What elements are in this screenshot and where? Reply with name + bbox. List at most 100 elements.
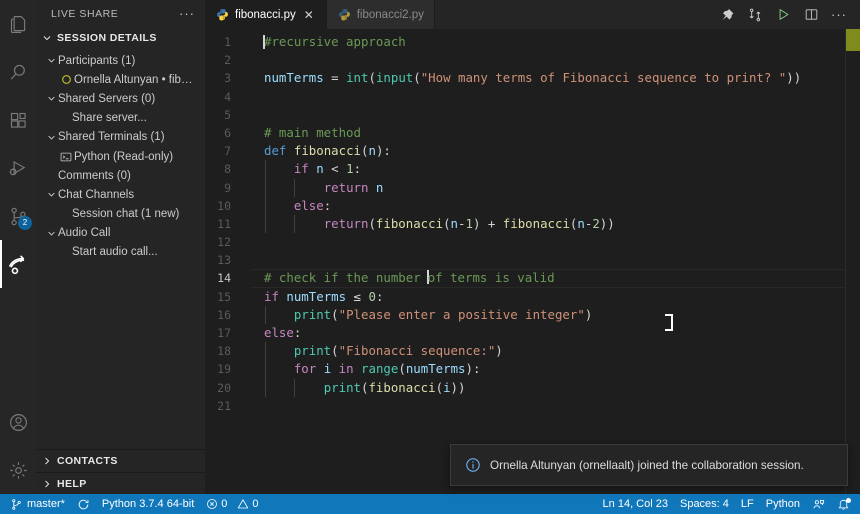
activity-bar: 2 [0, 0, 36, 494]
code-line[interactable]: else: [251, 197, 860, 215]
tree-item[interactable]: Shared Terminals (1) [36, 128, 205, 147]
activity-bar-item-run-and-debug[interactable] [0, 144, 36, 192]
source-control-sync-button[interactable] [742, 0, 768, 29]
code-line[interactable]: numTerms = int(input("How many terms of … [251, 69, 860, 87]
activity-bar-item-search[interactable] [0, 48, 36, 96]
notification-dot [846, 498, 851, 503]
activity-bar-item-settings[interactable] [0, 446, 36, 494]
chevron-right-icon [40, 454, 54, 468]
status-indentation[interactable]: Spaces: 4 [674, 494, 735, 514]
section-header-session-details[interactable]: SESSION DETAILS [36, 27, 205, 49]
pin-editor-button[interactable] [714, 0, 740, 29]
split-editor-button[interactable] [798, 0, 824, 29]
status-notifications[interactable] [831, 494, 856, 514]
line-number: 17 [205, 324, 251, 342]
code-line[interactable]: def fibonacci(n): [251, 142, 860, 160]
tree-item[interactable]: Python (Read-only) [36, 147, 205, 166]
tree-item[interactable]: Comments (0) [36, 166, 205, 185]
line-number: 16 [205, 306, 251, 324]
code-line[interactable] [251, 106, 860, 124]
code-line[interactable]: #recursive approach [251, 33, 860, 51]
code-token: ≤ [346, 289, 368, 304]
code-line[interactable]: print(fibonacci(i)) [251, 379, 860, 397]
code-token: return [324, 180, 369, 195]
line-number: 8 [205, 160, 251, 178]
tree-item[interactable]: Start audio call... [36, 243, 205, 262]
branch-icon [10, 498, 23, 511]
line-number: 1 [205, 33, 251, 51]
tree-item-label: Shared Servers (0) [58, 93, 155, 105]
code-line[interactable]: print("Fibonacci sequence:") [251, 342, 860, 360]
tree-item-label: Comments (0) [58, 170, 131, 182]
run-file-button[interactable] [770, 0, 796, 29]
code-line[interactable]: if n < 1: [251, 160, 860, 178]
code-line[interactable]: return n [251, 179, 860, 197]
code-token: 1 [346, 161, 353, 176]
line-number-gutter: 123456789101112131415161718192021 [205, 29, 251, 494]
code-line[interactable] [251, 88, 860, 106]
status-language-mode[interactable]: Python [760, 494, 806, 514]
status-cursor-label: Ln 14, Col 23 [603, 498, 668, 510]
code-token: for [294, 361, 316, 376]
tab-fibonacci-py[interactable]: fibonacci.py ✕ [205, 0, 327, 29]
status-cursor-position[interactable]: Ln 14, Col 23 [597, 494, 674, 514]
indent-guide [265, 215, 266, 233]
activity-bar-item-accounts[interactable] [0, 398, 36, 446]
code-line[interactable]: # main method [251, 124, 860, 142]
status-line-endings[interactable]: LF [735, 494, 760, 514]
code-token: def [264, 143, 286, 158]
code-line[interactable] [251, 233, 860, 251]
code-line[interactable]: else: [251, 324, 860, 342]
tree-item[interactable]: Session chat (1 new) [36, 205, 205, 224]
status-problems[interactable]: 0 0 [200, 494, 264, 514]
section-header-contacts[interactable]: CONTACTS [36, 450, 205, 472]
tab-fibonacci2-py[interactable]: fibonacci2.py [327, 0, 435, 29]
section-header-label: CONTACTS [57, 455, 118, 467]
code-line[interactable] [251, 251, 860, 269]
code-line[interactable]: print("Please enter a positive integer") [251, 306, 860, 324]
line-number: 11 [205, 215, 251, 233]
tree-item[interactable]: Shared Servers (0) [36, 89, 205, 108]
notification-toast[interactable]: Ornella Altunyan (ornellaalt) joined the… [450, 444, 848, 486]
indent-guide [265, 360, 266, 378]
code-token: print [324, 380, 361, 395]
activity-bar-item-extensions[interactable] [0, 96, 36, 144]
sidebar-more-actions-icon[interactable]: ··· [179, 10, 195, 18]
tree-item[interactable]: Share server... [36, 109, 205, 128]
status-sync-changes[interactable] [71, 494, 96, 514]
indent-guide [265, 197, 266, 215]
code-editor[interactable]: 123456789101112131415161718192021 #recur… [205, 29, 860, 494]
tree-item[interactable]: Ornella Altunyan • fib… [36, 70, 205, 89]
line-number: 14 [205, 269, 251, 287]
code-token: fibonacci [376, 216, 443, 231]
code-line[interactable]: return(fibonacci(n-1) + fibonacci(n-2)) [251, 215, 860, 233]
code-line[interactable]: for i in range(numTerms): [251, 360, 860, 378]
indent-guide [265, 342, 266, 360]
code-line[interactable]: if numTerms ≤ 0: [251, 288, 860, 306]
activity-bar-item-live-share[interactable] [0, 240, 36, 288]
code-line[interactable] [251, 51, 860, 69]
code-token: : [324, 198, 331, 213]
activity-bar-item-source-control[interactable]: 2 [0, 192, 36, 240]
status-feedback[interactable] [806, 494, 831, 514]
tree-item[interactable]: Chat Channels [36, 185, 205, 204]
code-line[interactable] [251, 397, 860, 415]
activity-bar-item-explorer[interactable] [0, 0, 36, 48]
code-token: if [294, 161, 309, 176]
code-token [264, 307, 294, 322]
status-git-branch[interactable]: master* [4, 494, 71, 514]
close-icon[interactable]: ✕ [302, 9, 316, 21]
more-actions-button[interactable]: ··· [826, 0, 852, 29]
code-token: n [376, 180, 383, 195]
code-content[interactable]: #recursive approach numTerms = int(input(… [251, 29, 860, 494]
editor-scrollbar[interactable] [846, 29, 860, 494]
code-token: # main method [264, 125, 361, 140]
code-line[interactable]: # check if the number of terms is valid [251, 269, 860, 287]
code-token: "Please enter a positive integer" [339, 307, 585, 322]
tree-item[interactable]: Audio Call [36, 224, 205, 243]
tree-item[interactable]: Participants (1) [36, 51, 205, 70]
code-token: fibonacci [368, 380, 435, 395]
section-header-help[interactable]: HELP [36, 472, 205, 494]
code-token [264, 343, 294, 358]
status-python-version[interactable]: Python 3.7.4 64-bit [96, 494, 200, 514]
